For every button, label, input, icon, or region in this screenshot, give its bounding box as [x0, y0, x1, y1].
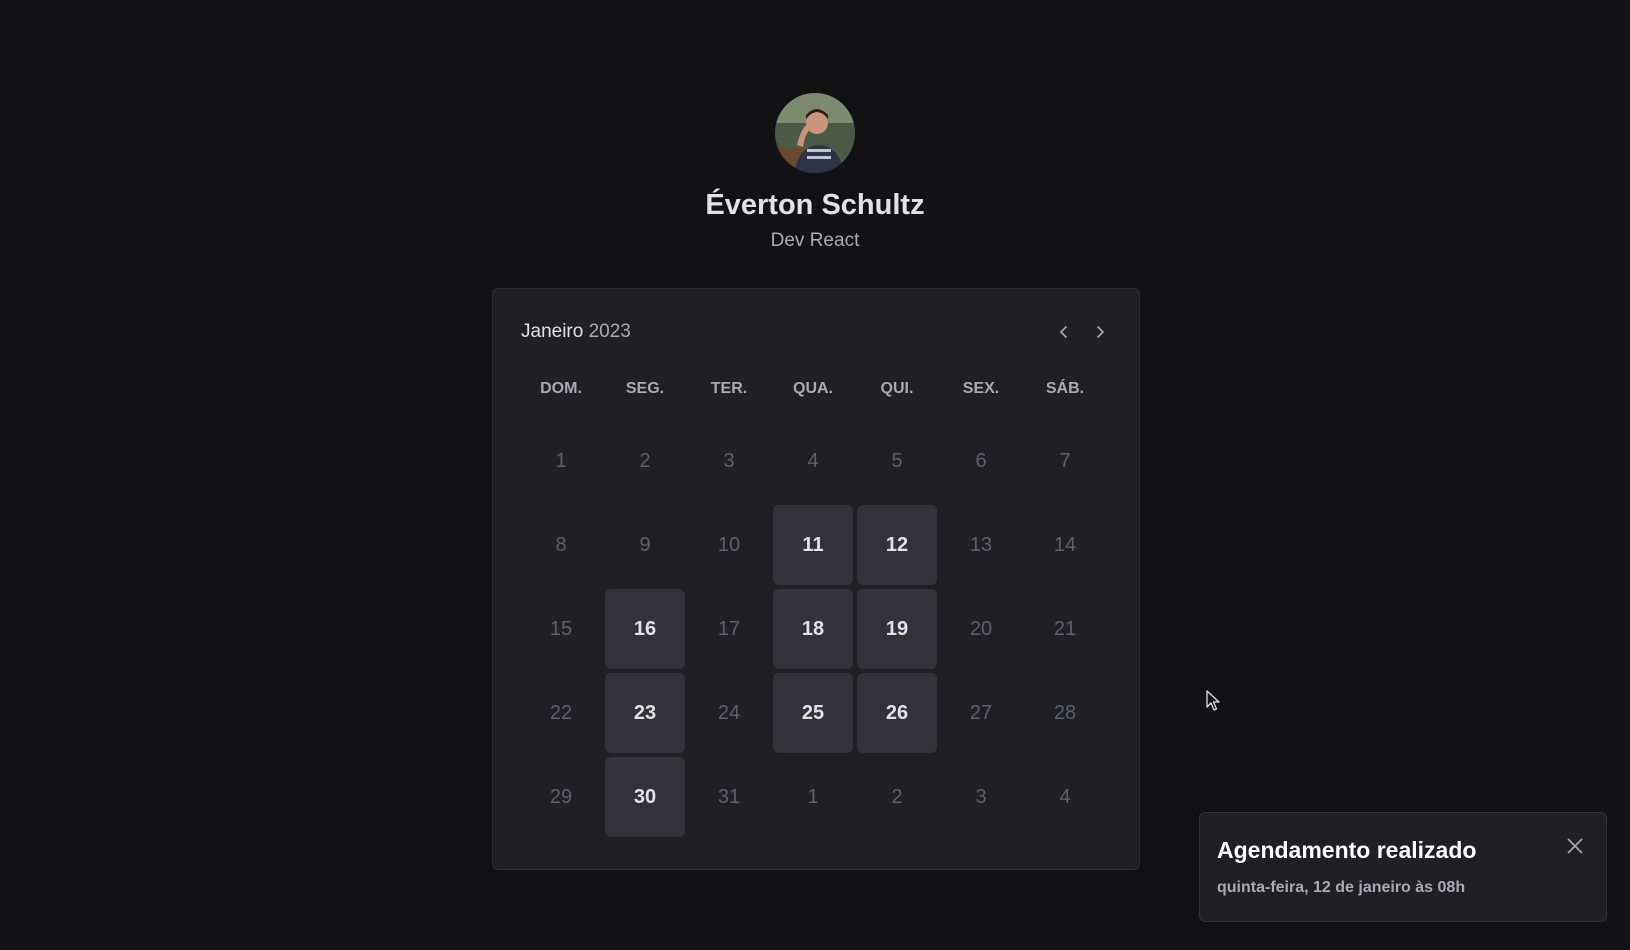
- calendar-day-disabled: 31: [717, 785, 741, 808]
- profile-header: Éverton Schultz Dev React: [0, 93, 1630, 253]
- calendar-day-disabled: 3: [975, 785, 987, 808]
- weekday-label: SEX.: [962, 380, 1000, 397]
- calendar-day-disabled: 2: [639, 449, 651, 472]
- weekday-label: DOM.: [540, 380, 582, 397]
- chevron-left-icon: [1059, 325, 1068, 339]
- calendar-day-disabled: 27: [969, 701, 993, 724]
- calendar-day-disabled: 1: [555, 449, 567, 472]
- calendar-day-available[interactable]: 30: [605, 757, 685, 837]
- calendar-month: Janeiro: [521, 321, 584, 342]
- calendar: Janeiro 2023 DOM. SEG. TER. QUA. QUI. SE…: [492, 288, 1140, 870]
- calendar-day-disabled: 10: [717, 533, 741, 556]
- calendar-day-available[interactable]: 19: [857, 589, 937, 669]
- calendar-title: Janeiro 2023: [521, 321, 631, 343]
- weekday-label: TER.: [710, 380, 748, 397]
- calendar-day-disabled: 6: [975, 449, 987, 472]
- calendar-actions: [1053, 321, 1111, 343]
- calendar-day-disabled: 4: [807, 449, 819, 472]
- calendar-day-disabled: 8: [555, 533, 567, 556]
- weekday-header-row: DOM. SEG. TER. QUA. QUI. SEX. SÁB.: [521, 379, 1105, 399]
- calendar-day-disabled: 13: [969, 533, 993, 556]
- calendar-day-disabled: 7: [1059, 449, 1071, 472]
- calendar-day-disabled: 28: [1053, 701, 1077, 724]
- calendar-day-available[interactable]: 23: [605, 673, 685, 753]
- toast-notification: Agendamento realizado quinta-feira, 12 d…: [1199, 812, 1607, 922]
- profile-name: Éverton Schultz: [705, 189, 925, 221]
- weekday-label: SEG.: [625, 380, 665, 397]
- calendar-days-grid: 1 2 3 4 5 6 7 8 9 10 11 12 13 14 15 16 17 18 19 20 21 22 23 24 2…: [521, 421, 1105, 837]
- calendar-day-disabled: 24: [717, 701, 741, 724]
- calendar-day-available[interactable]: 18: [773, 589, 853, 669]
- calendar-year: 2023: [588, 321, 631, 342]
- calendar-day-disabled: 17: [717, 617, 741, 640]
- weekday-label: QUA.: [793, 380, 833, 397]
- calendar-day-disabled: 4: [1059, 785, 1071, 808]
- calendar-day-available[interactable]: 26: [857, 673, 937, 753]
- toast-close-button[interactable]: [1564, 835, 1586, 857]
- avatar: [775, 93, 855, 173]
- calendar-day-available[interactable]: 11: [773, 505, 853, 585]
- calendar-day-disabled: 21: [1053, 617, 1077, 640]
- calendar-day-disabled: 2: [891, 785, 903, 808]
- close-icon: [1567, 838, 1583, 854]
- calendar-day-available[interactable]: 25: [773, 673, 853, 753]
- calendar-day-disabled: 3: [723, 449, 735, 472]
- calendar-day-disabled: 14: [1053, 533, 1077, 556]
- calendar-day-disabled: 22: [549, 701, 573, 724]
- calendar-day-disabled: 15: [549, 617, 573, 640]
- next-month-button[interactable]: [1089, 321, 1111, 343]
- calendar-day-disabled: 20: [969, 617, 993, 640]
- calendar-day-available[interactable]: 16: [605, 589, 685, 669]
- weekday-label: SÁB.: [1045, 380, 1085, 397]
- calendar-header: Janeiro 2023: [521, 319, 1111, 345]
- calendar-day-disabled: 5: [891, 449, 903, 472]
- calendar-day-available[interactable]: 12: [857, 505, 937, 585]
- mouse-pointer-icon: [1206, 690, 1222, 717]
- toast-title: Agendamento realizado: [1217, 837, 1477, 863]
- calendar-day-disabled: 9: [639, 533, 651, 556]
- toast-description: quinta-feira, 12 de janeiro às 08h: [1217, 879, 1466, 896]
- weekday-label: QUI.: [880, 380, 914, 397]
- previous-month-button[interactable]: [1053, 321, 1075, 343]
- calendar-day-disabled: 29: [549, 785, 573, 808]
- calendar-day-disabled: 1: [807, 785, 819, 808]
- profile-bio: Dev React: [770, 230, 860, 251]
- chevron-right-icon: [1096, 325, 1105, 339]
